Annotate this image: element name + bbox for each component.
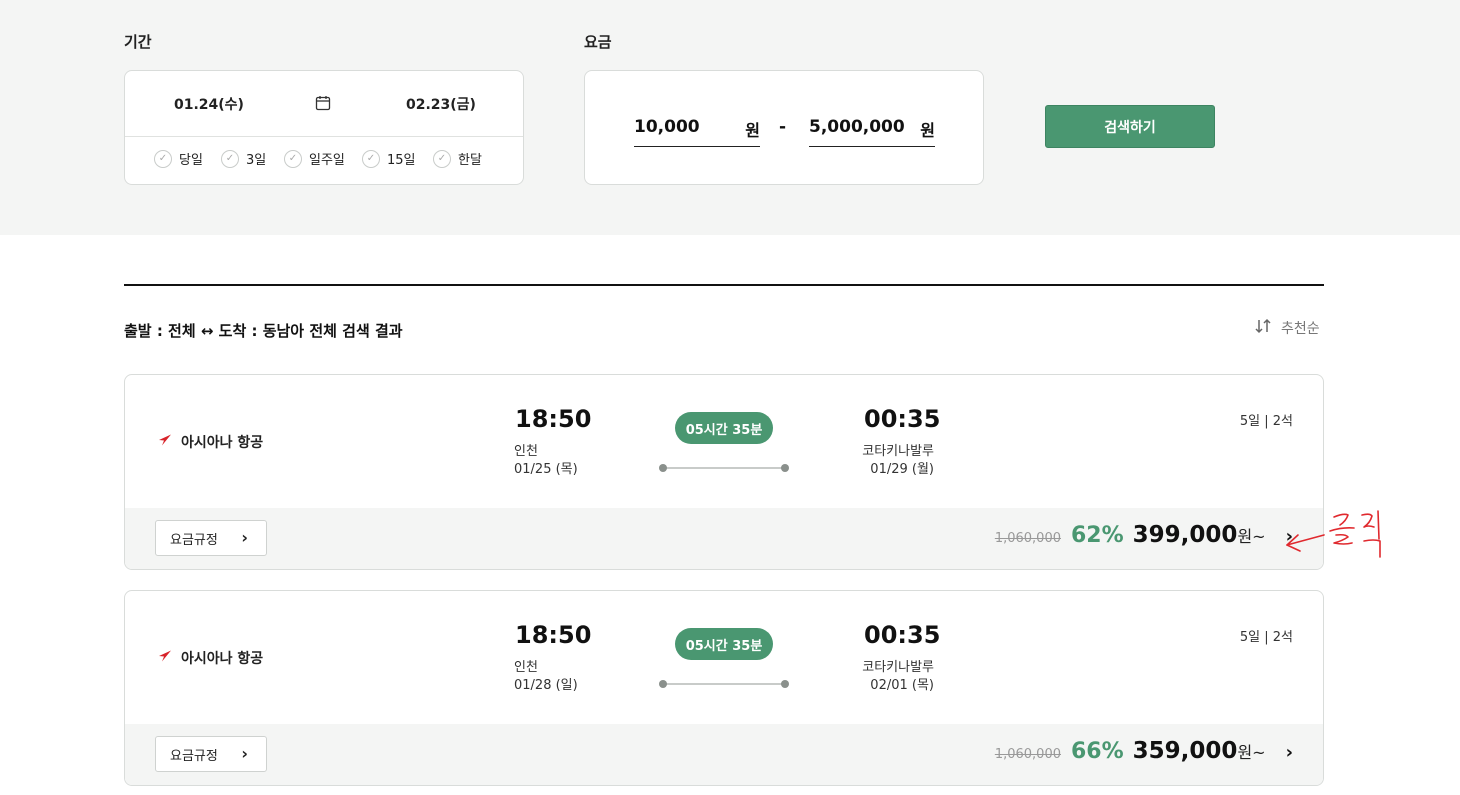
sort-button[interactable]: 추천순 bbox=[1254, 318, 1320, 338]
chevron-right-icon[interactable]: › bbox=[1286, 742, 1293, 763]
departure-info: 인천 01/28 (일) bbox=[514, 660, 578, 693]
duration-badge: 05시간 35분 bbox=[675, 628, 773, 660]
min-price-input[interactable]: 10,000 원 bbox=[634, 115, 760, 147]
card-footer: 요금규정 › 1,060,000 66% 359,000 원~ › bbox=[125, 724, 1323, 785]
quick-option-0[interactable]: ✓ 당일 bbox=[154, 149, 203, 168]
duration-badge: 05시간 35분 bbox=[675, 412, 773, 444]
arrival-time: 00:35 bbox=[864, 621, 941, 649]
quick-option-2[interactable]: ✓ 일주일 bbox=[284, 149, 345, 168]
period-box: 01.24(수) 02.23(금) ✓ 당일 ✓ 3일 ✓ 일주일 ✓ 15일 ✓ 한달 bbox=[124, 70, 524, 185]
max-price-input[interactable]: 5,000,000 원 bbox=[809, 115, 935, 147]
chevron-right-icon: › bbox=[241, 528, 248, 547]
check-icon: ✓ bbox=[433, 149, 451, 168]
arrival-info: 코타키나발루 01/29 (월) bbox=[862, 444, 934, 477]
final-price: 359,000 bbox=[1132, 738, 1238, 764]
departure-info: 인천 01/25 (목) bbox=[514, 444, 578, 477]
original-price: 1,060,000 bbox=[994, 531, 1061, 546]
check-icon: ✓ bbox=[362, 149, 380, 168]
fare-box: 10,000 원 - 5,000,000 원 bbox=[584, 70, 984, 185]
original-price: 1,060,000 bbox=[994, 747, 1061, 762]
price-detail-link[interactable]: 1,060,000 62% 399,000 원~ › bbox=[995, 522, 1293, 548]
check-icon: ✓ bbox=[154, 149, 172, 168]
route-line bbox=[659, 464, 789, 472]
sort-icon bbox=[1254, 318, 1272, 338]
asiana-logo-icon bbox=[158, 434, 172, 450]
discount-rate: 62% bbox=[1071, 523, 1124, 548]
section-divider bbox=[124, 284, 1324, 286]
check-icon: ✓ bbox=[284, 149, 302, 168]
check-icon: ✓ bbox=[221, 149, 239, 168]
calendar-icon[interactable] bbox=[315, 95, 331, 115]
flight-card[interactable]: 아시아나 항공 18:50 인천 01/28 (일) 05시간 35분 00:3… bbox=[124, 590, 1324, 786]
trip-info: 5일 | 2석 bbox=[1239, 630, 1293, 645]
fare-rules-button[interactable]: 요금규정 › bbox=[155, 520, 267, 556]
price-suffix: 원~ bbox=[1237, 743, 1266, 762]
search-button[interactable]: 검색하기 bbox=[1045, 105, 1215, 148]
arrival-time: 00:35 bbox=[864, 405, 941, 433]
departure-time: 18:50 bbox=[515, 621, 592, 649]
arrival-info: 코타키나발루 02/01 (목) bbox=[862, 660, 934, 693]
fare-rules-button[interactable]: 요금규정 › bbox=[155, 736, 267, 772]
period-label: 기간 bbox=[124, 33, 152, 51]
route-line bbox=[659, 680, 789, 688]
price-detail-link[interactable]: 1,060,000 66% 359,000 원~ › bbox=[995, 738, 1293, 764]
search-filter-panel: 기간 01.24(수) 02.23(금) ✓ 당일 ✓ 3일 ✓ 일주일 ✓ 15일 ✓… bbox=[0, 0, 1460, 235]
handwritten-annotation bbox=[1286, 510, 1381, 558]
start-date[interactable]: 01.24(수) bbox=[174, 94, 244, 114]
end-date[interactable]: 02.23(금) bbox=[406, 94, 476, 114]
chevron-right-icon: › bbox=[241, 744, 248, 763]
quick-option-4[interactable]: ✓ 한달 bbox=[433, 149, 482, 168]
fare-label: 요금 bbox=[584, 33, 612, 51]
final-price: 399,000 bbox=[1132, 522, 1238, 548]
card-footer: 요금규정 › 1,060,000 62% 399,000 원~ › bbox=[125, 508, 1323, 569]
asiana-logo-icon bbox=[158, 650, 172, 666]
trip-info: 5일 | 2석 bbox=[1239, 414, 1293, 429]
quick-option-3[interactable]: ✓ 15일 bbox=[362, 149, 416, 168]
flight-card[interactable]: 아시아나 항공 18:50 인천 01/25 (목) 05시간 35분 00:3… bbox=[124, 374, 1324, 570]
price-suffix: 원~ bbox=[1237, 527, 1266, 546]
range-separator: - bbox=[779, 117, 787, 137]
airline: 아시아나 항공 bbox=[158, 432, 263, 452]
departure-time: 18:50 bbox=[515, 405, 592, 433]
result-title: 출발 : 전체 ↔ 도착 : 동남아 전체 검색 결과 bbox=[124, 322, 403, 340]
airline: 아시아나 항공 bbox=[158, 648, 263, 668]
date-range[interactable]: 01.24(수) 02.23(금) bbox=[125, 71, 523, 137]
quick-option-1[interactable]: ✓ 3일 bbox=[221, 149, 266, 168]
discount-rate: 66% bbox=[1071, 739, 1124, 764]
